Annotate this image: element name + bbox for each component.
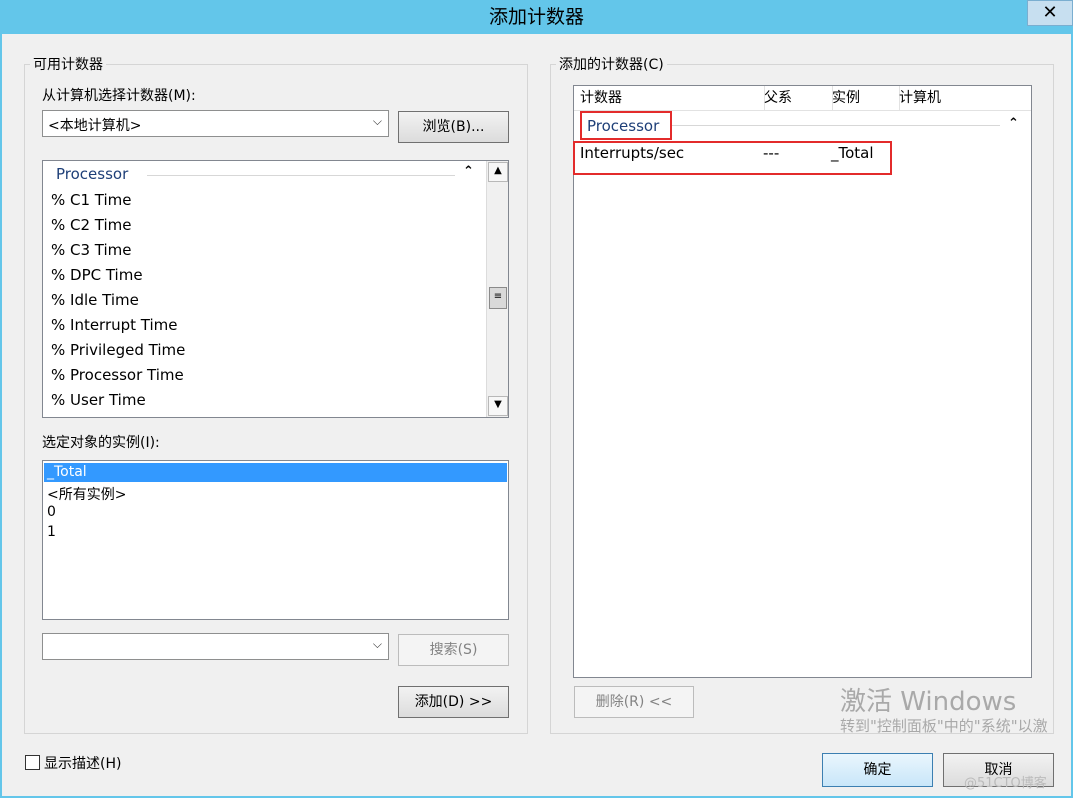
counter-item[interactable]: % DPC Time <box>51 266 143 284</box>
available-counters-label: 可用计数器 <box>30 54 106 74</box>
instance-list[interactable]: _Total <所有实例> 0 1 <box>42 460 509 620</box>
selected-highlight <box>44 463 507 482</box>
counter-item[interactable]: % Processor Time <box>51 366 184 384</box>
column-header-computer[interactable]: 计算机 <box>893 86 1037 110</box>
counter-list[interactable]: Processor ⌃ % C1 Time % C2 Time % C3 Tim… <box>42 160 509 418</box>
highlight-box-category <box>580 111 672 140</box>
ok-button[interactable]: 确定 <box>822 753 933 787</box>
select-computer-label: 从计算机选择计数器(M): <box>42 88 196 104</box>
column-header-row: 计数器 父系 实例 计算机 <box>574 86 1031 111</box>
category-header[interactable]: Processor <box>56 165 128 183</box>
activate-windows-subtitle: 转到"控制面板"中的"系统"以激 <box>840 717 1048 735</box>
chevron-down-icon: ⌵ <box>372 637 382 651</box>
category-divider <box>147 175 455 176</box>
instance-item[interactable]: 1 <box>47 524 56 540</box>
added-counters-label: 添加的计数器(C) <box>556 54 667 74</box>
added-category-divider <box>670 125 1000 126</box>
chevron-down-icon: ⌵ <box>372 114 382 128</box>
instance-item[interactable]: <所有实例> <box>47 484 126 504</box>
counter-item[interactable]: % Interrupt Time <box>51 316 178 334</box>
collapse-icon[interactable]: ⌃ <box>463 164 474 179</box>
search-button[interactable]: 搜索(S) <box>398 634 509 666</box>
highlight-box-row <box>573 141 892 175</box>
scroll-thumb[interactable]: ≡ <box>489 287 507 309</box>
add-button[interactable]: 添加(D) >> <box>398 686 509 718</box>
counter-item[interactable]: % Privileged Time <box>51 341 185 359</box>
counter-item[interactable]: % User Time <box>51 391 146 409</box>
window-title: 添加计数器 <box>488 6 584 28</box>
counter-list-scrollbar[interactable]: ▲ ≡ ▼ <box>486 161 508 417</box>
counter-item[interactable]: % C2 Time <box>51 216 132 234</box>
close-button[interactable]: ✕ <box>1027 0 1073 26</box>
scroll-down-icon[interactable]: ▼ <box>488 396 508 416</box>
show-description-checkbox[interactable] <box>25 755 40 770</box>
browse-button[interactable]: 浏览(B)... <box>398 111 509 143</box>
activate-windows-title: 激活 Windows <box>840 687 1017 717</box>
blog-watermark: @51CTO博客 <box>964 776 1047 791</box>
instance-item[interactable]: 0 <box>47 504 56 520</box>
instance-item-selected[interactable]: _Total <box>47 464 87 480</box>
column-header-counter[interactable]: 计数器 <box>574 86 765 110</box>
counter-item[interactable]: % Idle Time <box>51 291 139 309</box>
collapse-icon[interactable]: ⌃ <box>1008 116 1019 131</box>
counter-item[interactable]: % C1 Time <box>51 191 132 209</box>
search-combo[interactable]: ⌵ <box>42 633 389 660</box>
counter-item[interactable]: % C3 Time <box>51 241 132 259</box>
column-header-parent[interactable]: 父系 <box>758 86 833 110</box>
remove-button[interactable]: 删除(R) << <box>574 686 694 718</box>
computer-combo[interactable]: <本地计算机> ⌵ <box>42 110 389 137</box>
show-description-label[interactable]: 显示描述(H) <box>44 753 121 773</box>
instances-label: 选定对象的实例(I): <box>42 435 160 451</box>
scroll-up-icon[interactable]: ▲ <box>488 162 508 182</box>
column-header-instance[interactable]: 实例 <box>826 86 900 110</box>
computer-value: <本地计算机> <box>48 118 142 134</box>
